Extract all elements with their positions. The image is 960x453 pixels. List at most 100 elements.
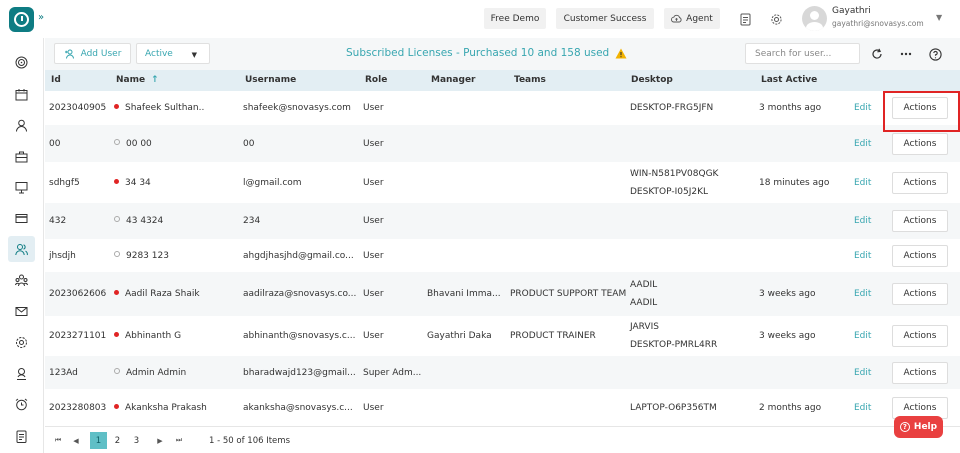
table-row[interactable]: sdhgf5 34 34 l@gmail.com User WIN-N581PV08QG… <box>45 162 960 203</box>
free-demo-button[interactable]: Free Demo <box>484 8 546 29</box>
column-role[interactable]: Role <box>365 75 387 85</box>
cell-id: 2023271101 <box>49 331 107 341</box>
status-filter-select[interactable]: Active ▼ <box>136 43 210 64</box>
cell-id: 00 <box>49 139 61 149</box>
help-circle-icon[interactable] <box>926 45 944 63</box>
report-icon <box>16 430 27 443</box>
cell-id: sdhgf5 <box>49 178 80 188</box>
first-page-icon[interactable]: ⏮ <box>51 432 65 449</box>
table-row[interactable]: 2023040905 Shafeek Sulthan.. shafeek@snova… <box>45 91 960 125</box>
column-last-active[interactable]: Last Active <box>761 75 817 85</box>
last-page-icon[interactable]: ⏭ <box>172 432 186 449</box>
edit-link[interactable]: Edit <box>854 178 871 188</box>
cell-username: 234 <box>243 216 261 226</box>
status-dot-icon <box>114 332 119 337</box>
user-icon <box>16 119 27 132</box>
table-row[interactable]: 123Ad Admin Admin bharadwajd123@gmail... Su… <box>45 356 960 389</box>
column-name[interactable]: Name <box>116 75 145 85</box>
cell-role: User <box>363 289 384 299</box>
actions-button[interactable]: Actions <box>892 210 948 232</box>
actions-button[interactable]: Actions <box>892 172 948 194</box>
previous-page-icon[interactable]: ◀ <box>69 432 83 449</box>
refresh-icon[interactable] <box>868 45 886 63</box>
sidebar-item-desktop[interactable] <box>8 174 35 200</box>
page-3-button[interactable]: 3 <box>128 432 145 449</box>
sidebar-item-settings[interactable] <box>8 329 35 355</box>
sidebar-item-billing[interactable] <box>8 205 35 231</box>
sort-ascending-icon[interactable]: ↑ <box>151 75 159 85</box>
sidebar-item-profile[interactable] <box>8 112 35 138</box>
status-dot-icon <box>114 139 120 145</box>
edit-link[interactable]: Edit <box>854 251 871 261</box>
users-icon <box>15 243 28 255</box>
avatar[interactable] <box>802 6 827 31</box>
question-icon: ? <box>899 422 910 432</box>
status-dot-icon <box>114 251 120 257</box>
settings-gear-icon[interactable] <box>766 9 786 29</box>
toolbar: Add User Active ▼ Subscribed Licenses - … <box>45 38 960 70</box>
sidebar-item-reports[interactable] <box>8 423 35 449</box>
cell-name: Shafeek Sulthan.. <box>114 103 204 113</box>
status-dot-icon <box>114 368 120 374</box>
expand-sidebar-icon[interactable]: » <box>38 12 44 23</box>
edit-link[interactable]: Edit <box>854 216 871 226</box>
calendar-icon <box>15 88 28 100</box>
edit-link[interactable]: Edit <box>854 139 871 149</box>
table-row[interactable]: 2023271101 Abhinanth G abhinanth@snovasys.… <box>45 316 960 356</box>
edit-link[interactable]: Edit <box>854 331 871 341</box>
actions-button[interactable]: Actions <box>892 362 948 384</box>
sidebar-item-projects[interactable] <box>8 143 35 169</box>
chevron-down-icon[interactable]: ▼ <box>936 13 942 22</box>
table-row[interactable]: 00 00 00 00 User Edit Actions <box>45 125 960 162</box>
table-row[interactable]: 432 43 4324 234 User Edit Actions <box>45 203 960 239</box>
edit-link[interactable]: Edit <box>854 103 871 113</box>
user-name-text: Admin Admin <box>126 368 187 378</box>
sidebar-item-admin[interactable] <box>8 360 35 386</box>
customer-success-button[interactable]: Customer Success <box>556 8 654 29</box>
actions-button[interactable]: Actions <box>892 325 948 347</box>
page-1-button[interactable]: 1 <box>90 432 107 449</box>
column-username[interactable]: Username <box>245 75 296 85</box>
page-2-button[interactable]: 2 <box>109 432 126 449</box>
cell-last-active: 2 months ago <box>759 403 822 413</box>
sidebar-item-timesheet[interactable] <box>8 391 35 417</box>
actions-button[interactable]: Actions <box>892 245 948 267</box>
sidebar-item-activity[interactable] <box>8 49 35 75</box>
cell-role: User <box>363 216 384 226</box>
actions-button[interactable]: Actions <box>892 283 948 305</box>
top-bar: » Free Demo Customer Success Agent Gayat… <box>0 0 960 38</box>
actions-button[interactable]: Actions <box>892 133 948 155</box>
document-icon[interactable] <box>735 9 755 29</box>
sidebar-item-mail[interactable] <box>8 298 35 324</box>
user-name-text: Shafeek Sulthan.. <box>125 103 205 113</box>
sidebar-item-users[interactable] <box>8 236 35 262</box>
sidebar-item-teams[interactable] <box>8 267 35 293</box>
sidebar-item-calendar[interactable] <box>8 81 35 107</box>
column-teams[interactable]: Teams <box>514 75 546 85</box>
table-row[interactable]: 2023062606 Aadil Raza Shaik aadilraza@snov… <box>45 272 960 316</box>
agent-button[interactable]: Agent <box>664 8 720 29</box>
cell-role: User <box>363 178 384 188</box>
edit-link[interactable]: Edit <box>854 368 871 378</box>
column-desktop[interactable]: Desktop <box>631 75 673 85</box>
credit-card-icon <box>15 213 28 223</box>
cell-desktop: DESKTOP-PMRL4RR <box>630 340 718 350</box>
cell-teams: PRODUCT TRAINER <box>510 331 596 341</box>
help-button[interactable]: ? Help <box>894 416 943 438</box>
column-manager[interactable]: Manager <box>431 75 476 85</box>
column-id[interactable]: Id <box>51 75 61 85</box>
help-label: Help <box>913 422 938 432</box>
search-input[interactable]: Search for user... <box>745 43 860 64</box>
add-user-icon <box>64 49 74 59</box>
edit-link[interactable]: Edit <box>854 289 871 299</box>
edit-link[interactable]: Edit <box>854 403 871 413</box>
more-options-icon[interactable] <box>897 45 915 63</box>
user-name-text: 9283 123 <box>126 251 169 261</box>
add-user-button[interactable]: Add User <box>54 43 131 64</box>
app-logo[interactable] <box>9 7 34 32</box>
cell-desktop: DESKTOP-FRG5JFN <box>630 103 714 113</box>
table-row[interactable]: 2023280803 Akanksha Prakash akanksha@snova… <box>45 389 960 426</box>
cell-id: 432 <box>49 216 67 226</box>
table-row[interactable]: jhsdjh 9283 123 ahgdjhasjhd@gmail.co... Use… <box>45 239 960 272</box>
next-page-icon[interactable]: ▶ <box>153 432 167 449</box>
